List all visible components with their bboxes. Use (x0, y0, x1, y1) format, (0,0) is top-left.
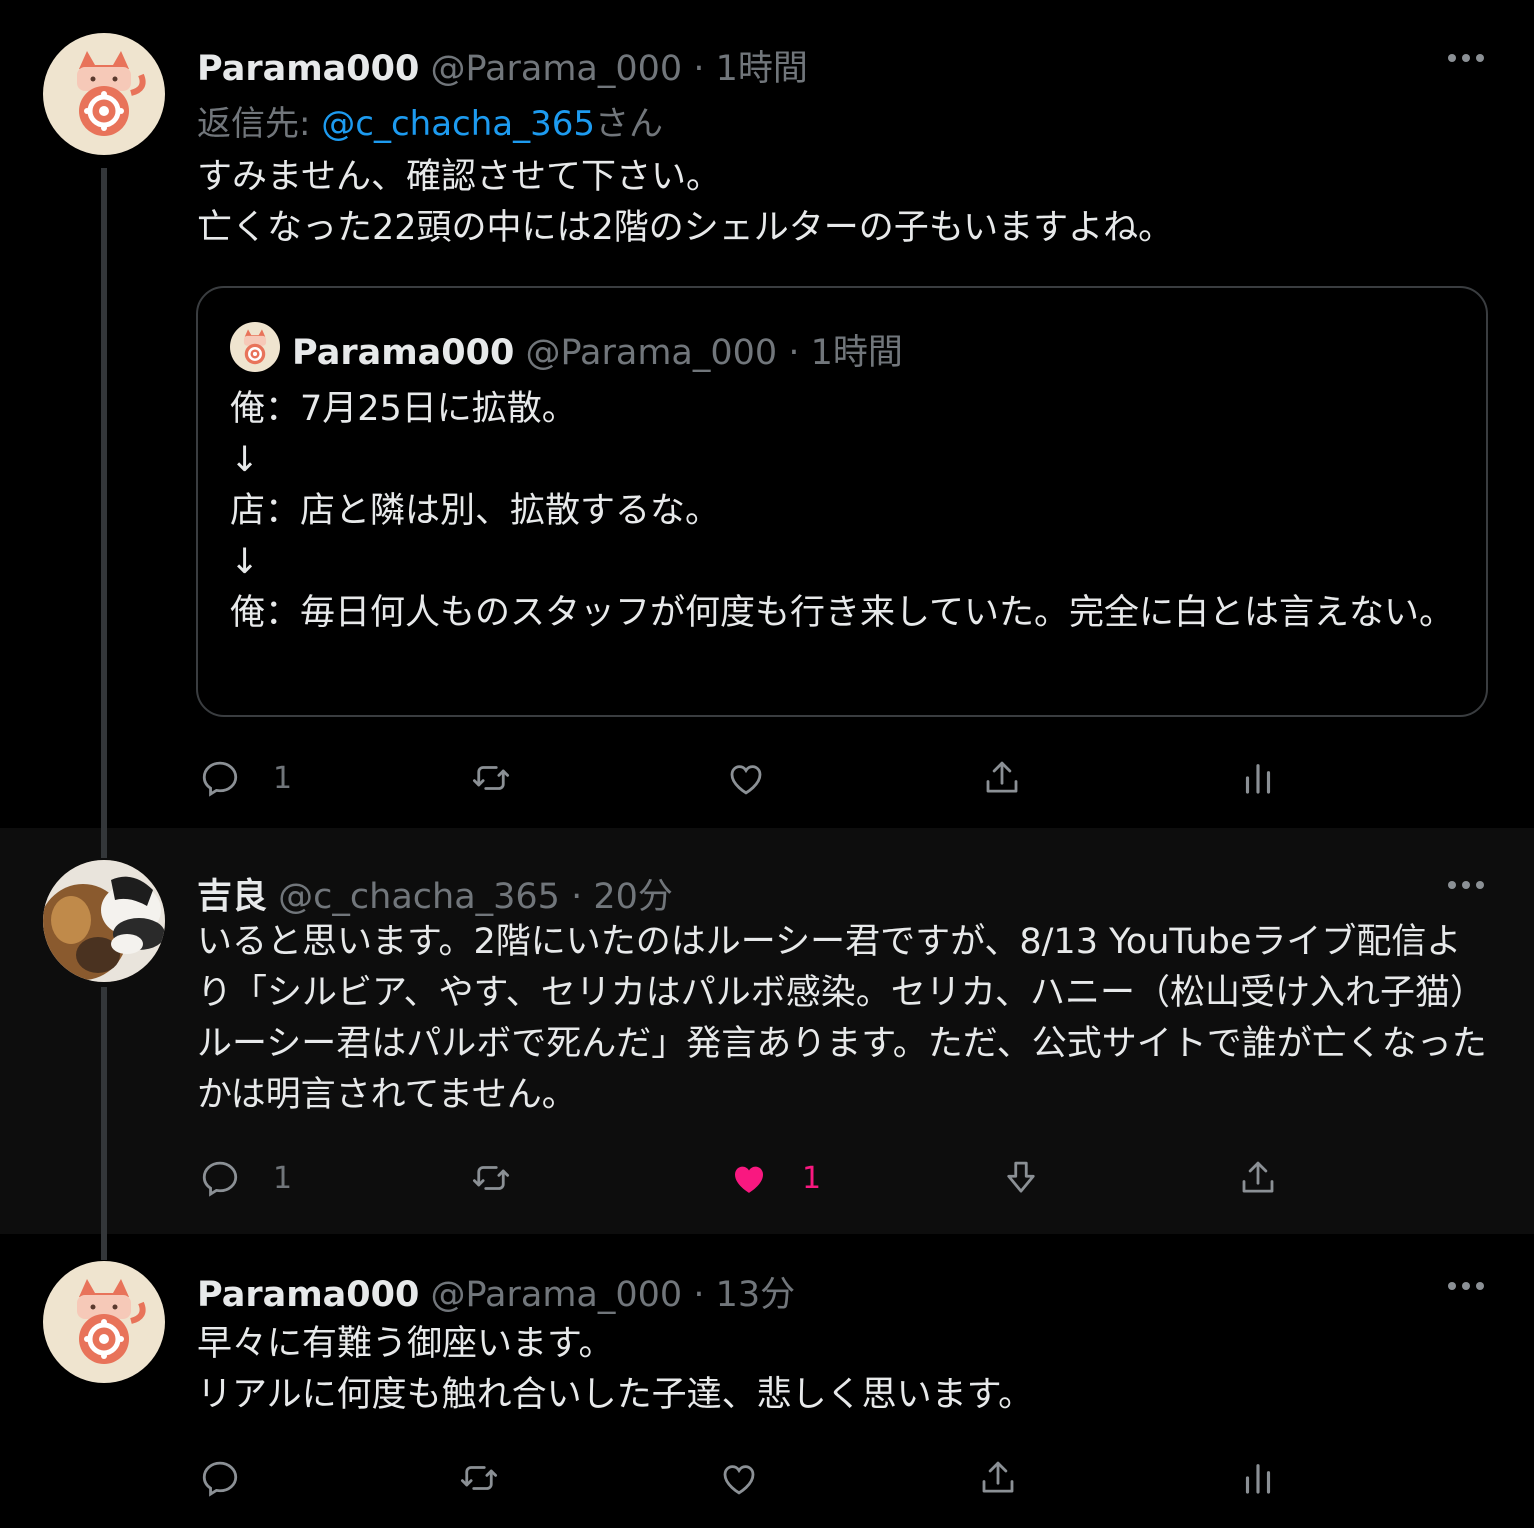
separator: · (571, 877, 583, 917)
analytics-icon (1245, 764, 1271, 794)
share-icon (986, 761, 1018, 793)
reply-icon (202, 1161, 238, 1197)
avatar[interactable] (43, 33, 165, 155)
quote-timestamp: 1時間 (810, 333, 903, 373)
cat-logo-icon (77, 51, 146, 136)
display-name[interactable]: 吉良 (197, 877, 267, 917)
analytics-icon (1245, 1464, 1271, 1494)
retweet-button[interactable] (470, 1154, 512, 1202)
like-icon (730, 765, 762, 795)
separator: · (693, 1275, 705, 1315)
display-name[interactable]: Parama000 (197, 49, 419, 89)
more-options-icon[interactable] (1448, 881, 1484, 891)
quote-header: Parama000 @Parama_000 · 1時間 (292, 324, 903, 375)
tweet-text: 早々に有難う御座います。 リアルに何度も触れ合いした子達、悲しく思います。 (197, 1324, 1034, 1415)
timestamp[interactable]: 1時間 (716, 49, 808, 89)
tweet-text: いると思います。2階にいたのはルーシー君ですが、8/13 YouTubeライブ配… (197, 922, 1487, 1115)
retweet-icon (472, 1166, 510, 1190)
reply-button[interactable] (199, 1454, 241, 1502)
reply-to-line: 返信先: @c_chacha_365さん (197, 96, 663, 145)
avatar[interactable] (43, 860, 165, 982)
quote-display-name: Parama000 (292, 333, 515, 373)
tweet-1[interactable]: Parama000 @Parama_000 · 1時間 返信先: @c_chac… (0, 0, 1534, 828)
tweet-2[interactable]: 吉良 @c_chacha_365 · 20分 いると思います。2階にいたのはルー… (0, 828, 1534, 1234)
downvote-button[interactable] (1000, 1154, 1042, 1202)
retweet-button[interactable] (458, 1454, 500, 1502)
retweet-icon (460, 1466, 498, 1490)
like-icon (723, 1465, 755, 1495)
reply-count: 1 (273, 760, 293, 796)
reply-mention-link[interactable]: @c_chacha_365 (321, 104, 595, 144)
share-icon (1242, 1161, 1274, 1193)
like-icon-filled (735, 1166, 763, 1193)
reply-icon (202, 761, 238, 797)
tweet-3[interactable]: Parama000 @Parama_000 · 13分 早々に有難う御座います。… (0, 1234, 1534, 1528)
cat-photo-icon (43, 860, 165, 982)
reply-button[interactable]: 1 (199, 754, 292, 802)
analytics-button[interactable] (1237, 1454, 1279, 1502)
user-handle[interactable]: @Parama_000 (431, 49, 683, 89)
thread-line-top (101, 828, 107, 858)
reply-to-prefix: 返信先: (197, 104, 322, 144)
separator: · (788, 333, 800, 373)
share-button[interactable] (1237, 1154, 1279, 1202)
share-button[interactable] (981, 754, 1023, 802)
like-button[interactable] (725, 754, 767, 802)
reply-count: 1 (273, 1160, 293, 1196)
share-button[interactable] (977, 1454, 1019, 1502)
quote-avatar (230, 322, 280, 372)
analytics-button[interactable] (1237, 754, 1279, 802)
thread-line-top (101, 1234, 107, 1260)
like-button[interactable] (718, 1454, 760, 1502)
separator: · (693, 49, 705, 89)
quote-user-handle: @Parama_000 (525, 333, 778, 373)
user-handle[interactable]: @Parama_000 (431, 1275, 683, 1315)
thread-line (101, 168, 107, 828)
user-handle[interactable]: @c_chacha_365 (278, 877, 560, 917)
more-options-icon[interactable] (1448, 1282, 1484, 1292)
share-icon (982, 1461, 1014, 1493)
tweet-header: Parama000 @Parama_000 · 13分 (197, 1266, 795, 1317)
retweet-icon (472, 766, 510, 790)
cat-logo-icon (77, 1279, 146, 1364)
more-options-icon[interactable] (1448, 54, 1484, 64)
quoted-tweet[interactable]: Parama000 @Parama_000 · 1時間 俺：7月25日に拡散。 … (196, 286, 1488, 717)
tweet-text: すみません、確認させて下さい。 亡くなった22頭の中には2階のシェルターの子もい… (197, 157, 1174, 248)
thread-line-bottom (101, 987, 107, 1234)
reply-icon (202, 1461, 238, 1497)
like-button[interactable]: 1 (728, 1154, 821, 1202)
avatar[interactable] (43, 1261, 165, 1383)
retweet-button[interactable] (470, 754, 512, 802)
display-name[interactable]: Parama000 (197, 1275, 419, 1315)
tweet-header: 吉良 @c_chacha_365 · 20分 (197, 868, 673, 919)
timestamp[interactable]: 13分 (716, 1275, 796, 1315)
like-count: 1 (802, 1160, 822, 1196)
reply-to-suffix: さん (595, 104, 664, 144)
timestamp[interactable]: 20分 (593, 877, 673, 917)
tweet-header: Parama000 @Parama_000 · 1時間 (197, 40, 808, 91)
downvote-icon (1007, 1161, 1035, 1193)
cat-logo-icon (243, 329, 267, 365)
quote-text: 俺：7月25日に拡散。 ↓ 店：店と隣は別、拡散するな。 ↓ 俺：毎日何人ものス… (230, 389, 1454, 633)
reply-button[interactable]: 1 (199, 1154, 292, 1202)
